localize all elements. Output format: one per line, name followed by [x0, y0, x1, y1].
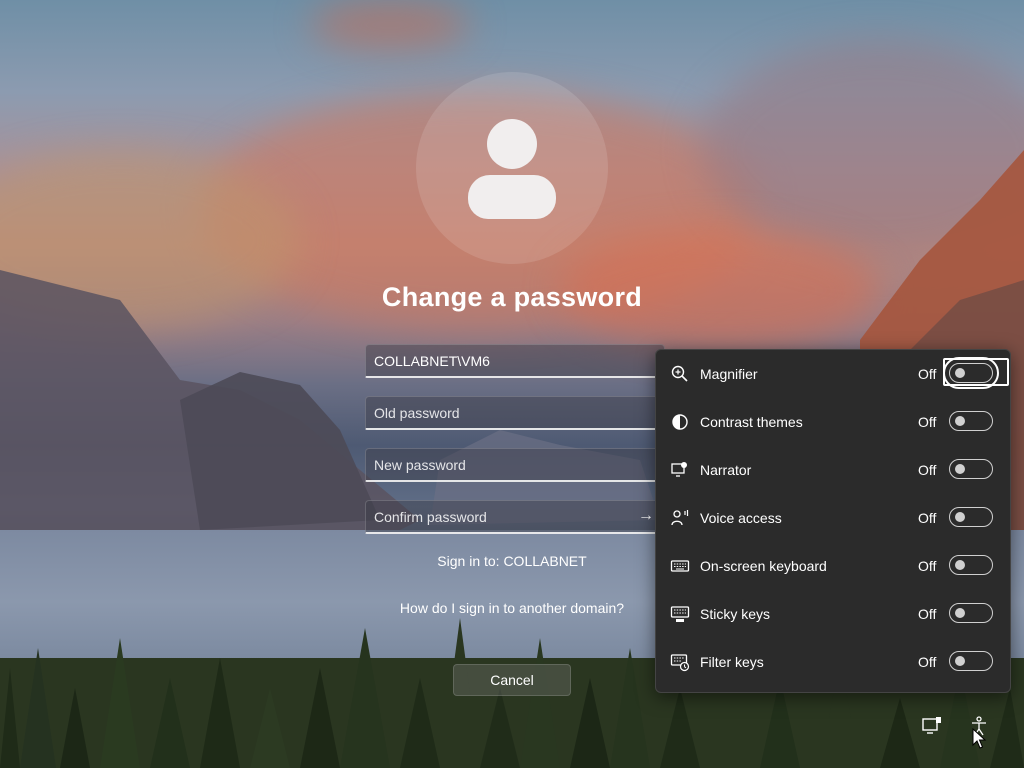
keyboard-icon: [670, 560, 690, 572]
toggle-state: Off: [918, 414, 937, 430]
username-field[interactable]: COLLABNET\VM6: [365, 344, 665, 378]
contrast-icon: [672, 414, 688, 430]
accessibility-item-label: Contrast themes: [700, 414, 803, 430]
old-password-field[interactable]: Old password: [365, 396, 665, 430]
contrast-themes-toggle[interactable]: [949, 411, 993, 431]
toggle-state: Off: [918, 462, 937, 478]
new-password-field[interactable]: New password: [365, 448, 665, 482]
accessibility-item-contrast-themes[interactable]: Contrast themes Off: [656, 398, 1012, 446]
sticky-keys-icon: [670, 606, 690, 622]
accessibility-item-sticky-keys[interactable]: Sticky keys Off: [656, 590, 1012, 638]
new-password-placeholder: New password: [374, 457, 466, 473]
submit-arrow-icon[interactable]: →: [638, 507, 654, 525]
toggle-state: Off: [918, 366, 937, 382]
accessibility-item-label: Narrator: [700, 462, 752, 478]
accessibility-item-magnifier[interactable]: Magnifier Off: [656, 350, 1012, 398]
accessibility-item-on-screen-keyboard[interactable]: On-screen keyboard Off: [656, 542, 1012, 590]
voice-access-toggle[interactable]: [949, 507, 993, 527]
accessibility-item-label: Voice access: [700, 510, 782, 526]
old-password-placeholder: Old password: [374, 405, 460, 421]
confirm-password-field[interactable]: Confirm password →: [365, 500, 665, 534]
narrator-toggle[interactable]: [949, 459, 993, 479]
magnifier-toggle[interactable]: [943, 357, 999, 389]
user-icon-body: [468, 175, 556, 219]
toggle-state: Off: [918, 510, 937, 526]
accessibility-item-narrator[interactable]: Narrator Off: [656, 446, 1012, 494]
voice-access-icon: [671, 510, 689, 526]
narrator-icon: [671, 462, 687, 477]
network-icon[interactable]: [921, 715, 943, 737]
accessibility-item-voice-access[interactable]: Voice access Off: [656, 494, 1012, 542]
magnifier-icon: [671, 365, 688, 382]
accessibility-item-label: Magnifier: [700, 366, 758, 382]
accessibility-item-label: Filter keys: [700, 654, 764, 670]
sticky-keys-toggle[interactable]: [949, 603, 993, 623]
accessibility-item-filter-keys[interactable]: Filter keys Off: [656, 638, 1012, 686]
confirm-password-placeholder: Confirm password: [374, 509, 487, 525]
on-screen-keyboard-toggle[interactable]: [949, 555, 993, 575]
cancel-button[interactable]: Cancel: [453, 664, 571, 696]
accessibility-item-label: On-screen keyboard: [700, 558, 827, 574]
filter-keys-toggle[interactable]: [949, 651, 993, 671]
accessibility-item-label: Sticky keys: [700, 606, 771, 622]
page-title: Change a password: [381, 282, 643, 312]
user-icon-head: [487, 119, 537, 169]
mouse-cursor-icon: [972, 728, 987, 749]
toggle-state: Off: [918, 558, 937, 574]
username-value: COLLABNET\VM6: [374, 353, 490, 369]
filter-keys-icon: [670, 654, 690, 672]
toggle-state: Off: [918, 606, 937, 622]
toggle-state: Off: [918, 654, 937, 670]
accessibility-flyout: Magnifier Off Contrast themes Off Narrat…: [655, 349, 1011, 693]
